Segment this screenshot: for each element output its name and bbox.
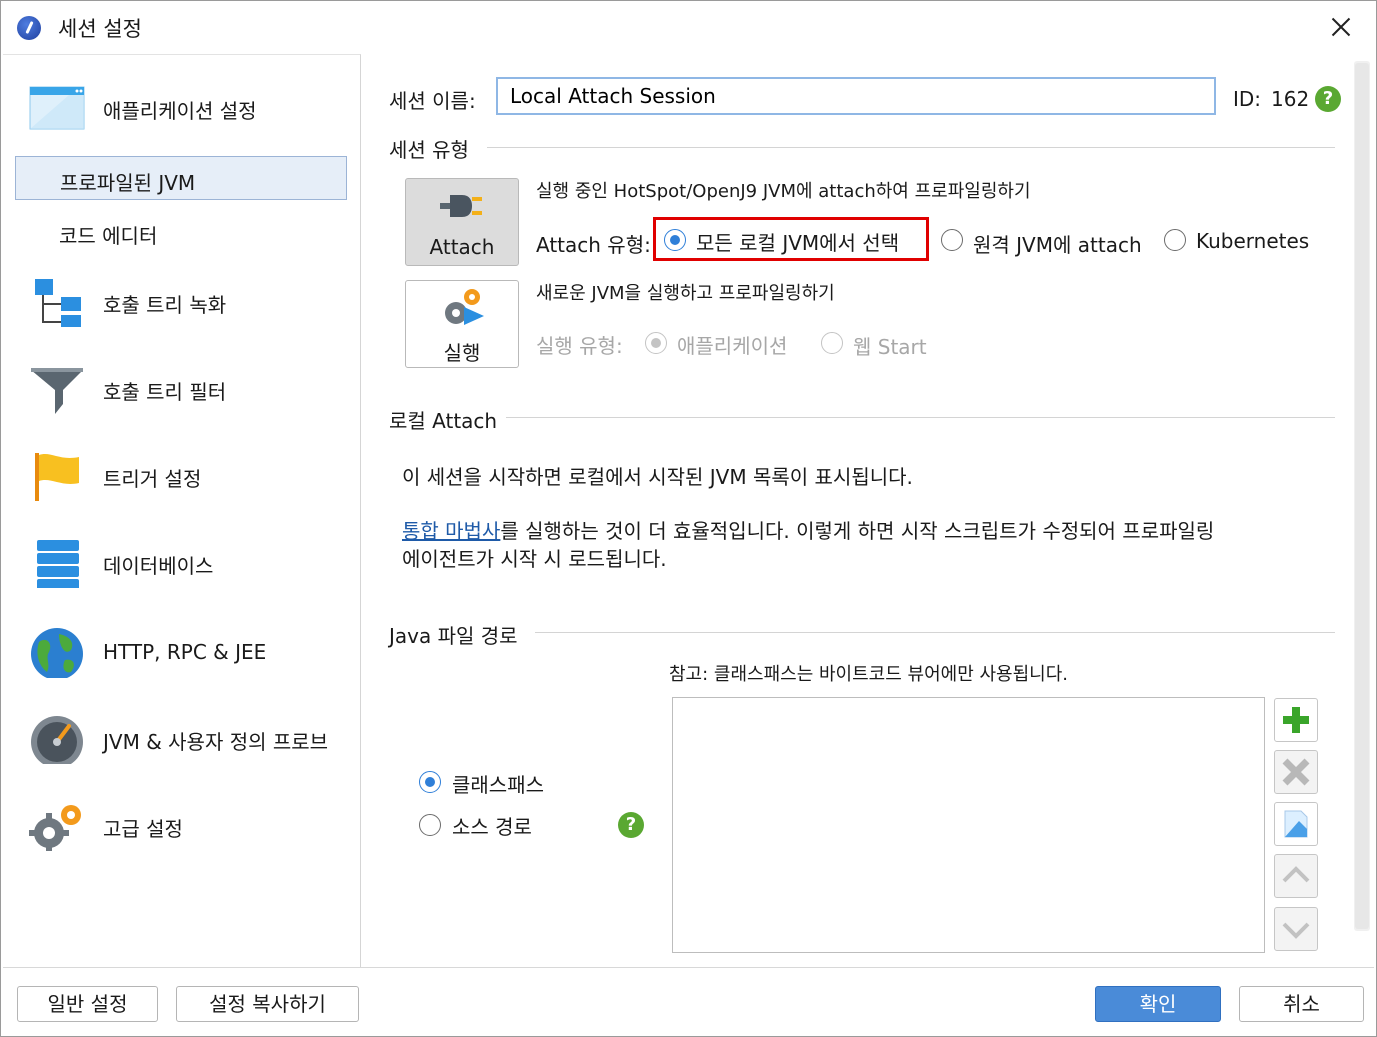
path-list[interactable] [672,697,1265,953]
sidebar-item-label: 코드 에디터 [59,224,158,248]
session-settings-dialog: 세션 설정 애플리케이션 설정 프로파일된 JVM 코드 에디터 호출 트리 녹… [0,0,1377,1037]
sidebar-item-label: 데이터베이스 [103,554,214,578]
plug-icon [440,195,482,217]
move-down-button[interactable] [1274,907,1318,951]
footer-divider [3,967,1374,968]
edit-path-button[interactable] [1274,802,1318,846]
radio-classpath-label[interactable]: 클래스패스 [452,769,544,798]
tree-icon [35,279,81,327]
radio-application-label[interactable]: 애플리케이션 [677,330,787,359]
wizard-paragraph: 통합 마법사를 실행하는 것이 더 효율적입니다. 이렇게 하면 시작 스크립트… [402,515,1214,544]
copy-settings-button[interactable]: 설정 복사하기 [176,986,359,1022]
database-icon [37,540,79,588]
launch-gears-icon [445,289,484,325]
funnel-icon [31,368,83,414]
document-icon [1284,810,1308,838]
radio-kubernetes[interactable] [1164,229,1186,251]
add-path-button[interactable] [1274,698,1318,742]
classpath-note: 참고: 클래스패스는 바이트코드 뷰어에만 사용됩니다. [669,664,1068,685]
local-attach-heading: 로컬 Attach [389,409,498,433]
remove-icon [1282,758,1310,786]
section-divider [487,147,1335,148]
launch-description: 새로운 JVM을 실행하고 프로파일링하기 [536,283,835,304]
chevron-down-icon [1282,922,1310,939]
sidebar-item-label: JVM & 사용자 정의 프로브 [103,730,329,754]
help-icon[interactable]: ? [1315,86,1341,112]
launch-button-label: 실행 [443,341,481,365]
radio-local-jvm[interactable] [664,229,686,251]
sidebar-item-label: 프로파일된 JVM [60,171,196,195]
radio-classpath[interactable] [419,771,441,793]
gears-icon [29,805,81,851]
launch-type-label: 실행 유형: [536,334,623,358]
session-id-label: ID: [1233,87,1262,111]
radio-source-path[interactable] [419,814,441,836]
session-id-value: 162 [1271,87,1310,111]
sidebar-item-call-tree-recording[interactable]: 호출 트리 녹화 [3,271,360,331]
sidebar-item-database[interactable]: 데이터베이스 [3,532,360,592]
local-attach-info: 이 세션을 시작하면 로컬에서 시작된 JVM 목록이 표시됩니다. [402,465,913,489]
cancel-button[interactable]: 취소 [1239,986,1364,1022]
sidebar-item-label: 호출 트리 필터 [103,380,227,404]
attach-type-label: Attach 유형: [536,233,651,257]
wizard-text-continued: 에이전트가 시작 시 로드됩니다. [402,547,667,571]
radio-remote-jvm[interactable] [941,229,963,251]
radio-source-path-label[interactable]: 소스 경로 [452,811,532,840]
java-paths-heading: Java 파일 경로 [389,624,518,648]
sidebar-item-jvm-probes[interactable]: JVM & 사용자 정의 프로브 [3,708,360,768]
sidebar-item-profiled-jvm[interactable]: 프로파일된 JVM [15,156,347,200]
wizard-text: 를 실행하는 것이 더 효율적입니다. 이렇게 하면 시작 스크립트가 수정되어… [500,519,1215,543]
title-bar: 세션 설정 [1,1,1376,53]
chevron-up-icon [1282,866,1310,883]
globe-icon [31,628,83,678]
general-settings-button[interactable]: 일반 설정 [17,986,158,1022]
attach-button-label: Attach [429,235,495,259]
sidebar-item-label: HTTP, RPC & JEE [103,640,267,664]
launch-button[interactable]: 실행 [405,280,519,368]
plus-icon [1283,707,1309,733]
gauge-icon [31,716,83,764]
section-divider [506,417,1335,418]
session-name-input[interactable] [496,77,1216,115]
sidebar-item-code-editor[interactable]: 코드 에디터 [15,210,345,252]
sidebar-item-label: 호출 트리 녹화 [103,293,227,317]
attach-description: 실행 중인 HotSpot/OpenJ9 JVM에 attach하여 프로파일링… [536,181,1031,202]
sidebar-item-trigger-settings[interactable]: 트리거 설정 [3,445,360,505]
radio-remote-jvm-label[interactable]: 원격 JVM에 attach [973,229,1142,258]
window-icon [29,86,85,130]
session-name-label: 세션 이름: [389,89,476,113]
radio-local-jvm-label[interactable]: 모든 로컬 JVM에서 선택 [696,227,899,256]
ok-button[interactable]: 확인 [1095,986,1221,1022]
radio-web-start[interactable] [821,332,843,354]
flag-icon [35,453,79,501]
sidebar-item-label: 고급 설정 [103,817,183,841]
radio-application[interactable] [645,332,667,354]
remove-path-button[interactable] [1274,750,1318,794]
window-title: 세션 설정 [58,17,142,41]
radio-web-start-label[interactable]: 웹 Start [853,331,927,360]
sidebar-item-label: 트리거 설정 [103,467,202,491]
sidebar-item-app-settings[interactable]: 애플리케이션 설정 [3,77,360,137]
sidebar-item-label: 애플리케이션 설정 [103,99,257,123]
sidebar-item-http-rpc-jee[interactable]: HTTP, RPC & JEE [3,622,360,682]
scrollbar-thumb[interactable] [1355,63,1369,929]
session-type-heading: 세션 유형 [389,138,469,162]
attach-button[interactable]: Attach [405,178,519,266]
section-divider [535,632,1335,633]
sidebar-item-call-tree-filter[interactable]: 호출 트리 필터 [3,358,360,418]
move-up-button[interactable] [1274,854,1318,898]
close-button[interactable] [1319,9,1363,45]
sidebar-item-advanced[interactable]: 고급 설정 [3,795,360,855]
sidebar: 애플리케이션 설정 프로파일된 JVM 코드 에디터 호출 트리 녹화 호출 트… [3,54,361,968]
integration-wizard-link[interactable]: 통합 마법사 [402,519,500,543]
app-icon [17,16,41,40]
help-icon[interactable]: ? [618,812,644,838]
radio-kubernetes-label[interactable]: Kubernetes [1196,229,1309,253]
